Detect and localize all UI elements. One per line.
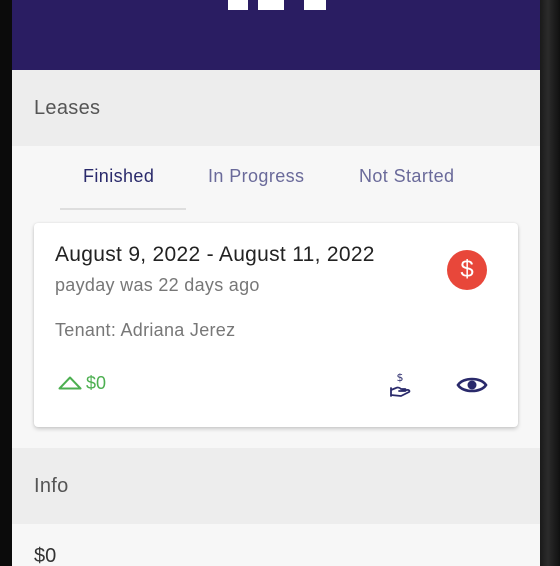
triangle-up-icon [58,376,82,390]
lease-date-range: August 9, 2022 - August 11, 2022 [55,243,375,266]
info-title: Info [34,475,69,497]
balance-indicator: $0 [58,371,106,395]
header-logo-part [258,0,284,10]
header-logo-part [304,0,326,10]
app-screen: Leases Finished In Progress Not Started … [12,0,540,566]
hand-coin-icon: $ [390,371,411,397]
eye-icon [456,377,488,393]
info-value: $0 [34,545,57,566]
balance-amount: $0 [86,372,107,393]
leases-title: Leases [34,97,101,119]
header-logo-part [228,0,248,10]
tab-indicator [60,208,186,210]
lease-tabs: Finished In Progress Not Started [12,146,540,212]
svg-text:$: $ [397,371,404,384]
device-frame: Leases Finished In Progress Not Started … [0,0,560,566]
tab-not-started[interactable]: Not Started [359,166,454,187]
lease-card[interactable]: August 9, 2022 - August 11, 2022 payday … [34,223,518,427]
view-lease-button[interactable] [454,367,490,403]
tab-finished[interactable]: Finished [83,166,154,187]
payday-status: payday was 22 days ago [55,275,260,295]
leases-section-header: Leases [12,70,540,146]
record-payment-button[interactable]: $ [382,367,418,403]
tenant-name: Tenant: Adriana Jerez [55,320,236,340]
info-section-header: Info [12,448,540,524]
tab-in-progress[interactable]: In Progress [208,166,304,187]
device-edge [540,0,560,566]
app-header [12,0,540,70]
dollar-circle-icon[interactable]: $ [447,250,487,290]
